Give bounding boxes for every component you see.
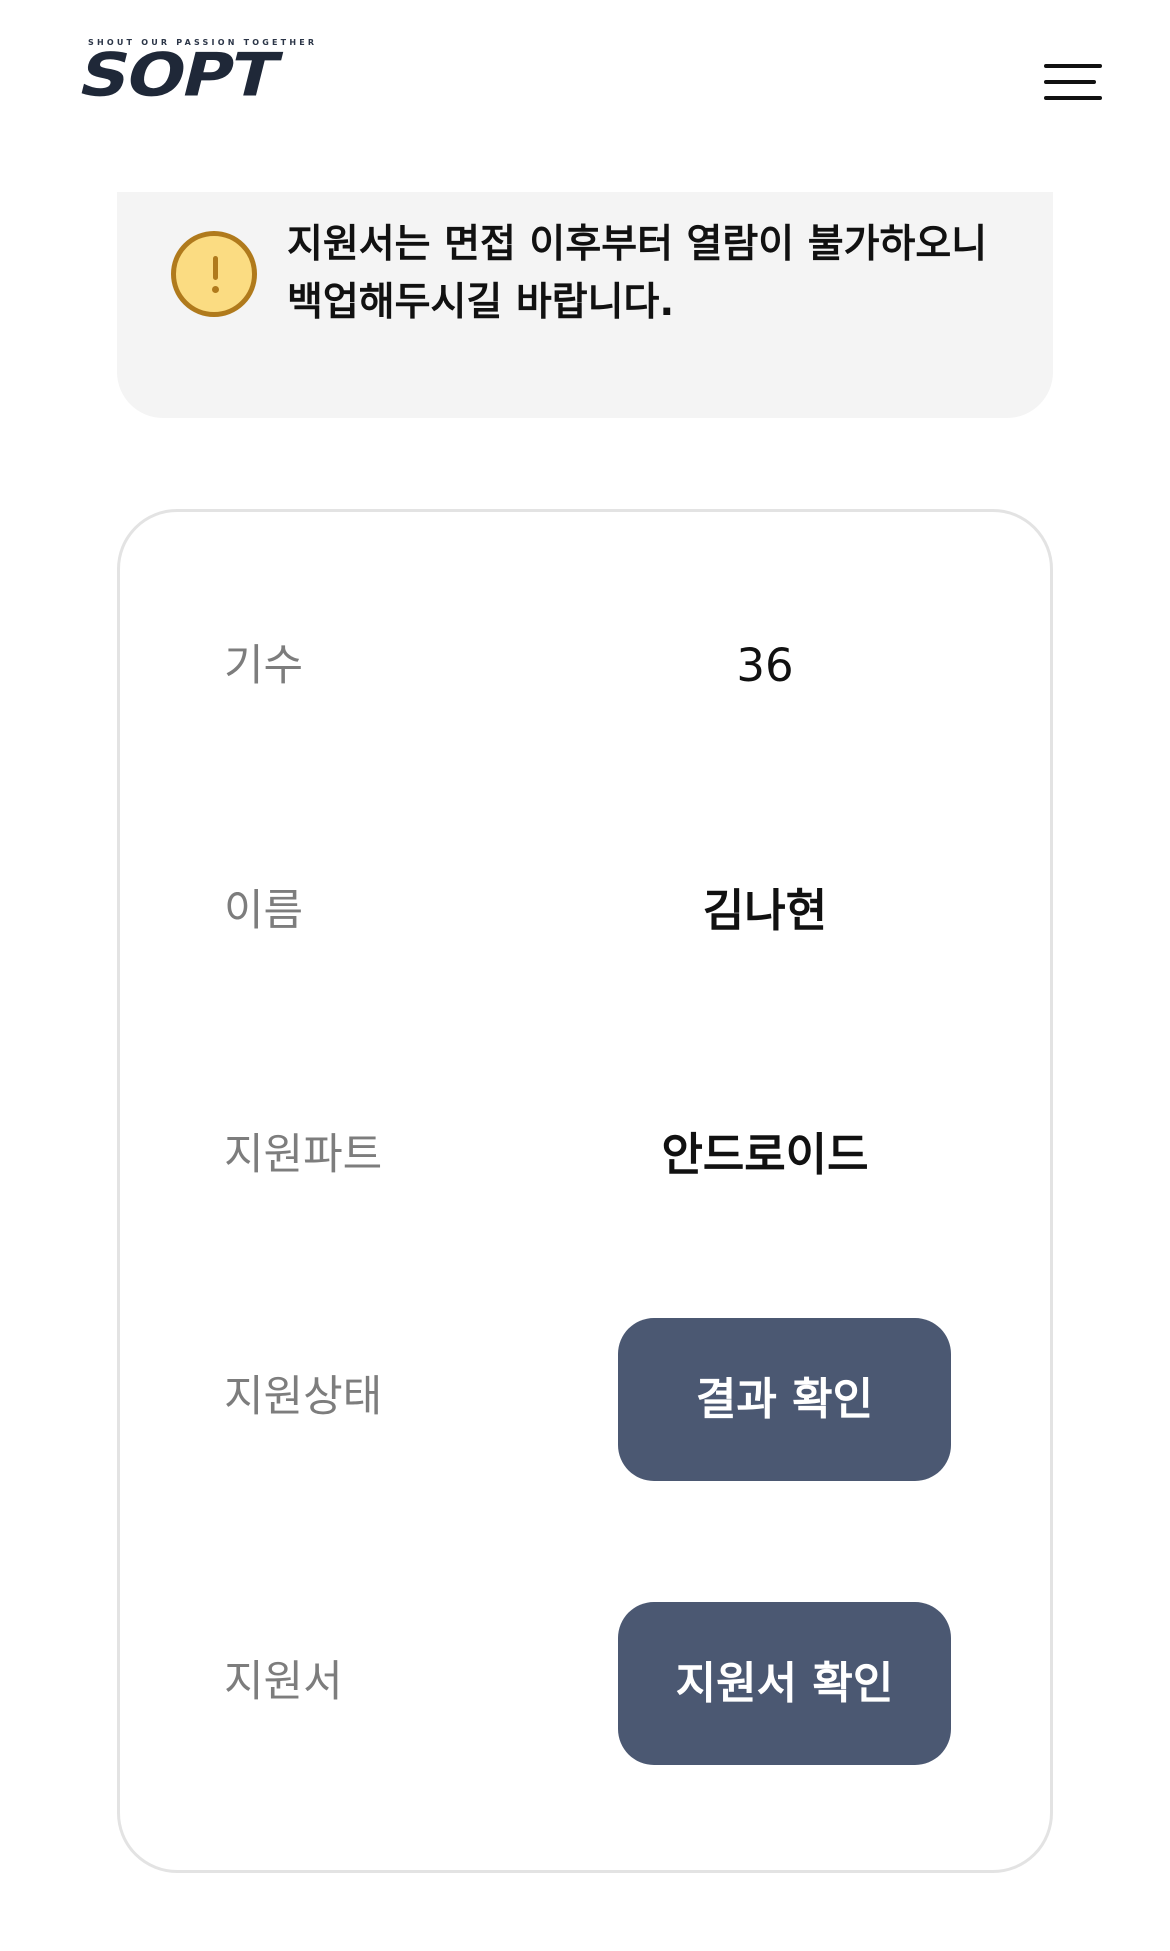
hamburger-menu-icon[interactable] [1040, 60, 1104, 110]
status-label: 지원상태 [224, 1372, 383, 1422]
generation-value: 36 [736, 639, 794, 692]
check-result-button[interactable]: 결과 확인 [618, 1318, 951, 1481]
sopt-logo[interactable]: SHOUT OUR PASSION TOGETHER SOPT [72, 38, 314, 118]
menu-line [1044, 96, 1102, 100]
notice-line-1: 지원서는 면접 이후부터 열람이 불가하오니 [287, 222, 988, 267]
warning-icon-bar [213, 256, 218, 280]
application-label: 지원서 [224, 1657, 343, 1707]
view-application-button[interactable]: 지원서 확인 [618, 1602, 951, 1765]
generation-label: 기수 [224, 641, 304, 691]
notice-text: 지원서는 면접 이후부터 열람이 불가하오니 백업해두시길 바랍니다. [287, 216, 1027, 332]
name-label: 이름 [224, 886, 304, 936]
warning-icon [171, 231, 257, 317]
menu-line [1044, 64, 1102, 68]
header: SHOUT OUR PASSION TOGETHER SOPT [0, 0, 1170, 160]
logo-wordmark: SOPT [71, 40, 285, 111]
part-label: 지원파트 [224, 1130, 383, 1180]
notice-line-2: 백업해두시길 바랍니다. [287, 280, 675, 325]
application-info-card: 기수 36 이름 김나현 지원파트 안드로이드 지원상태 결과 확인 지원서 지… [117, 509, 1053, 1873]
notice-banner: 지원서는 면접 이후부터 열람이 불가하오니 백업해두시길 바랍니다. [117, 192, 1053, 418]
part-value: 안드로이드 [661, 1128, 869, 1181]
menu-line [1044, 80, 1096, 84]
warning-icon-dot [212, 286, 219, 293]
name-value: 김나현 [702, 884, 828, 937]
